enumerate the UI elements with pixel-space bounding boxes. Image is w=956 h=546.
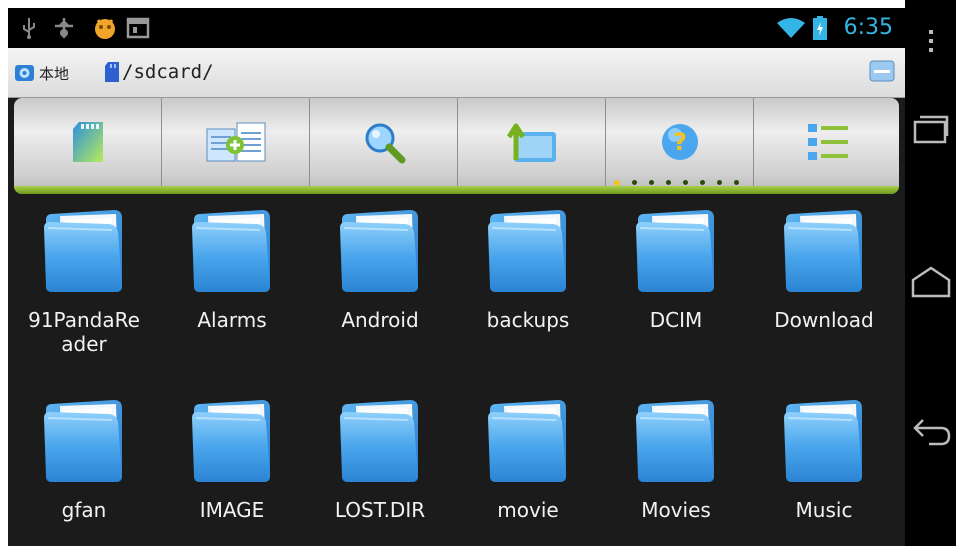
sdcard-small-icon [105,62,119,82]
folder-name: 91PandaRe ader [28,308,140,356]
folder-name: backups [486,308,570,332]
local-storage-icon [15,65,34,81]
status-bar: 6:35 [8,8,905,48]
menu-icon [928,30,933,52]
folder-item[interactable]: Alarms [158,204,306,374]
list-view-button[interactable] [754,98,899,186]
folder-item[interactable]: backups [454,204,602,374]
folder-item[interactable]: Android [306,204,454,374]
folder-name: movie [497,498,559,522]
file-grid: 91PandaRe ader Alarms Android backups DC… [8,204,905,546]
folder-item[interactable]: Music [750,394,898,546]
local-storage-tab[interactable]: 本地 [14,60,69,86]
folder-name: gfan [61,498,107,522]
folder-item[interactable]: Download [750,204,898,374]
sdcard-icon [72,122,103,162]
folder-item[interactable]: movie [454,394,602,546]
notification-app-icon [95,19,115,39]
action-toolbar: ? [14,98,899,194]
folder-item[interactable]: LOST.DIR [306,394,454,546]
page-dot [717,180,722,185]
folder-icon [338,396,422,486]
copy-files-button[interactable] [162,98,310,186]
folder-name: LOST.DIR [334,498,426,522]
folder-icon [42,206,126,296]
folder-name: Alarms [197,308,267,332]
page-dot [683,180,688,185]
folder-name: Download [774,308,874,332]
up-folder-icon [506,123,556,162]
folder-item[interactable]: DCIM [602,204,750,374]
folder-icon [486,206,570,296]
current-path[interactable]: /sdcard/ [104,59,214,85]
folder-item[interactable]: 91PandaRe ader [10,204,158,374]
back-button[interactable] [905,418,956,448]
svg-text:?: ? [673,128,687,156]
device-display: 6:35 本地 /sdcard/ ? 91PandaRe ader Alarms… [8,8,905,546]
home-button[interactable] [905,266,956,298]
search-icon [365,123,405,164]
help-button[interactable]: ? [606,98,754,186]
current-path-text: /sdcard/ [122,61,214,83]
home-icon [911,266,950,298]
clock: 6:35 [843,15,893,40]
wifi-icon [777,18,805,38]
menu-button[interactable] [905,28,956,54]
page-dot [700,180,705,185]
navigation-bar [905,0,956,546]
folder-name: Music [795,498,853,522]
path-bar: 本地 /sdcard/ [8,48,905,98]
page-dot [666,180,671,185]
battery-icon [813,16,827,40]
folder-icon [782,206,866,296]
folder-name: DCIM [649,308,703,332]
folder-icon [42,396,126,486]
page-dot [632,180,637,185]
folder-icon [190,396,274,486]
usb-icon [23,18,35,39]
recent-apps-button[interactable] [905,112,956,144]
back-icon [912,419,950,446]
list-view-icon [807,124,848,160]
toolbar-accent-bar [14,186,899,194]
collapse-toolbar-button[interactable] [869,58,895,84]
folder-item[interactable]: gfan [10,394,158,546]
folder-icon [634,396,718,486]
up-folder-button[interactable] [458,98,606,186]
page-dot [734,180,739,185]
folder-icon [190,206,274,296]
local-storage-label: 本地 [39,64,70,83]
folder-icon [486,396,570,486]
page-dot [649,180,654,185]
copy-files-icon [206,122,265,162]
recent-apps-icon [913,115,948,144]
folder-item[interactable]: Movies [602,394,750,546]
sdcard-button[interactable] [14,98,162,186]
folder-icon [634,206,718,296]
folder-name: Movies [641,498,711,522]
folder-icon [782,396,866,486]
usb-debug-icon [55,18,73,38]
folder-icon [338,206,422,296]
screen: 6:35 本地 /sdcard/ ? 91PandaRe ader Alarms… [0,0,956,546]
folder-name: IMAGE [199,498,265,522]
search-button[interactable] [310,98,458,186]
folder-item[interactable]: IMAGE [158,394,306,546]
help-icon: ? [661,124,698,160]
folder-name: Android [341,308,419,332]
screenshot-icon [126,17,150,39]
